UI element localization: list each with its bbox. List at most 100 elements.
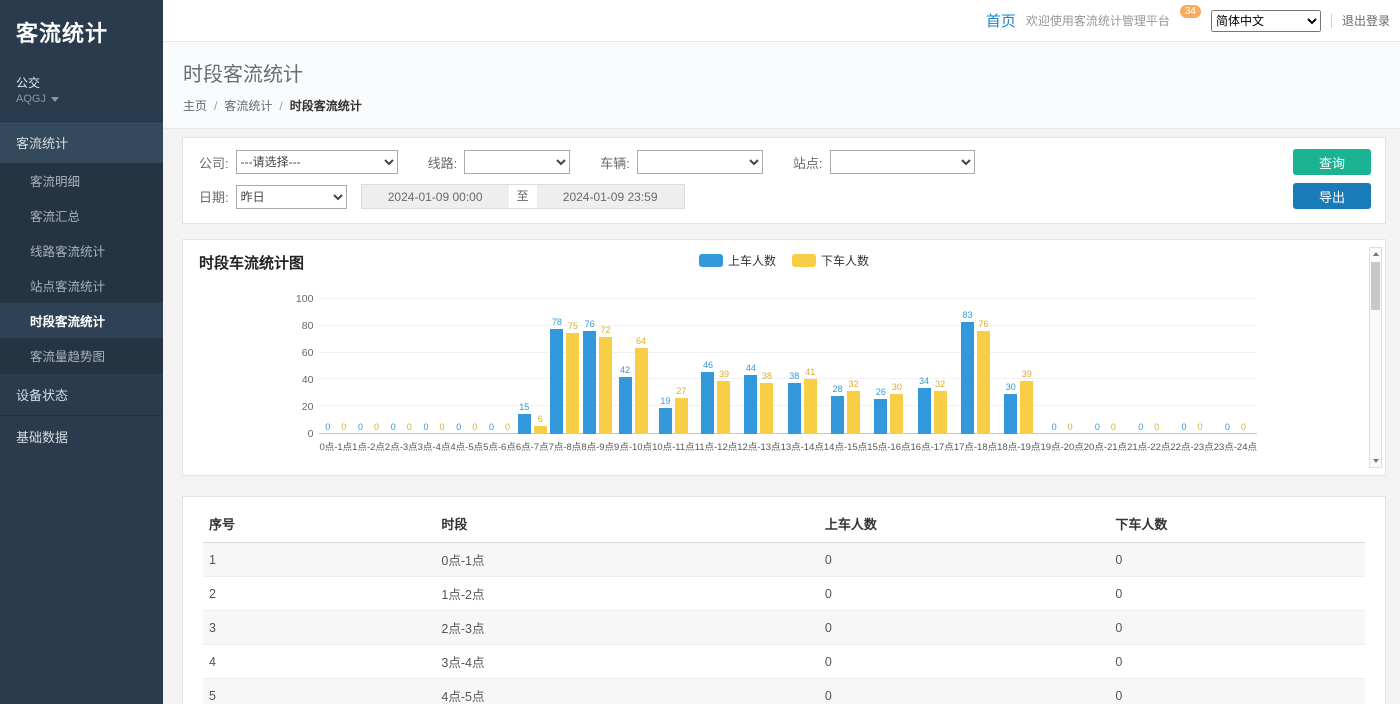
bar-value-label: 41 bbox=[805, 367, 815, 378]
bar-group: 0019点-20点 bbox=[1040, 299, 1083, 453]
bar[interactable] bbox=[831, 396, 844, 434]
bar[interactable] bbox=[874, 399, 887, 434]
bar[interactable] bbox=[1004, 394, 1017, 435]
legend-item-alighting[interactable]: 下车人数 bbox=[792, 252, 869, 269]
date-label: 日期: bbox=[199, 187, 229, 206]
date-start-input[interactable] bbox=[361, 184, 509, 209]
bar[interactable] bbox=[977, 331, 990, 434]
bar-value-label: 38 bbox=[762, 371, 772, 382]
x-axis-label: 15点-16点 bbox=[867, 439, 910, 453]
sidebar-item-station-flow[interactable]: 站点客流统计 bbox=[0, 268, 163, 303]
vehicle-select[interactable] bbox=[637, 150, 763, 174]
table-row: 32点-3点00 bbox=[203, 611, 1365, 645]
bar[interactable] bbox=[675, 398, 688, 434]
bar-group: 004点-5点 bbox=[450, 299, 483, 453]
bar-group: 0020点-21点 bbox=[1084, 299, 1127, 453]
bar[interactable] bbox=[659, 408, 672, 434]
org-selector[interactable]: AQGJ bbox=[0, 93, 163, 121]
bar[interactable] bbox=[534, 426, 547, 434]
bar[interactable] bbox=[566, 333, 579, 434]
caret-down-icon bbox=[51, 97, 59, 102]
bar[interactable] bbox=[717, 381, 730, 434]
header-alighting: 下车人数 bbox=[1109, 505, 1365, 543]
date-filter: 日期: 昨日 bbox=[199, 185, 347, 209]
logout-link[interactable]: 退出登录 bbox=[1342, 12, 1390, 29]
header-period: 时段 bbox=[435, 505, 818, 543]
breadcrumb-flow[interactable]: 客流统计 bbox=[224, 97, 272, 114]
bar[interactable] bbox=[804, 379, 817, 434]
y-tick-label: 20 bbox=[302, 401, 314, 413]
bar[interactable] bbox=[744, 375, 757, 434]
x-axis-label: 16点-17点 bbox=[911, 439, 954, 453]
x-axis-label: 20点-21点 bbox=[1084, 439, 1127, 453]
sidebar-item-period-flow[interactable]: 时段客流统计 bbox=[0, 303, 163, 338]
bar-value-label: 0 bbox=[1225, 422, 1230, 433]
home-link[interactable]: 首页 bbox=[986, 10, 1016, 31]
bar[interactable] bbox=[518, 414, 531, 434]
bar-value-label: 0 bbox=[1241, 422, 1246, 433]
bar-value-label: 0 bbox=[358, 422, 363, 433]
bar-value-label: 0 bbox=[1052, 422, 1057, 433]
export-button[interactable]: 导出 bbox=[1293, 183, 1371, 209]
legend-label-alighting: 下车人数 bbox=[821, 252, 869, 269]
bar[interactable] bbox=[890, 394, 903, 435]
bar-value-label: 28 bbox=[833, 384, 843, 395]
date-range: 至 bbox=[361, 184, 685, 209]
table-cell: 0 bbox=[819, 611, 1110, 645]
sidebar-item-line-flow[interactable]: 线路客流统计 bbox=[0, 233, 163, 268]
x-axis-label: 1点-2点 bbox=[352, 439, 385, 453]
bar[interactable] bbox=[599, 337, 612, 434]
sidebar-item-flow-summary[interactable]: 客流汇总 bbox=[0, 198, 163, 233]
bar[interactable] bbox=[760, 383, 773, 434]
bar-group: 463911点-12点 bbox=[695, 299, 738, 453]
x-axis-label: 22点-23点 bbox=[1170, 439, 1213, 453]
bar[interactable] bbox=[635, 348, 648, 434]
sidebar-item-flow-trend[interactable]: 客流量趋势图 bbox=[0, 338, 163, 373]
query-button[interactable]: 查询 bbox=[1293, 149, 1371, 175]
station-select[interactable] bbox=[830, 150, 975, 174]
language-select[interactable]: 简体中文 bbox=[1211, 10, 1321, 32]
bar[interactable] bbox=[619, 377, 632, 434]
breadcrumb-home[interactable]: 主页 bbox=[183, 97, 207, 114]
bar[interactable] bbox=[788, 383, 801, 434]
bar[interactable] bbox=[583, 331, 596, 434]
x-axis-label: 5点-6点 bbox=[483, 439, 516, 453]
bar-value-label: 42 bbox=[620, 365, 630, 376]
legend-item-boarding[interactable]: 上车人数 bbox=[699, 252, 776, 269]
line-filter: 线路: bbox=[428, 150, 571, 174]
bar[interactable] bbox=[701, 372, 714, 434]
company-select[interactable]: ---请选择--- bbox=[236, 150, 398, 174]
sidebar-section-device-status[interactable]: 设备状态 bbox=[0, 373, 163, 415]
bar-group: 283214点-15点 bbox=[824, 299, 867, 453]
scroll-up-button[interactable] bbox=[1370, 248, 1381, 260]
sidebar-section-passenger-flow[interactable]: 客流统计 bbox=[0, 121, 163, 163]
bar-value-label: 27 bbox=[676, 386, 686, 397]
bar[interactable] bbox=[961, 322, 974, 434]
bar-group: 443812点-13点 bbox=[737, 299, 780, 453]
line-select[interactable] bbox=[464, 150, 570, 174]
chart-scrollbar[interactable] bbox=[1369, 247, 1382, 468]
bar[interactable] bbox=[847, 391, 860, 434]
table-cell: 4 bbox=[203, 645, 435, 679]
date-preset-select[interactable]: 昨日 bbox=[236, 185, 347, 209]
bar-value-label: 32 bbox=[935, 379, 945, 390]
sidebar-section-base-data[interactable]: 基础数据 bbox=[0, 415, 163, 457]
bar-value-label: 0 bbox=[489, 422, 494, 433]
date-end-input[interactable] bbox=[537, 184, 685, 209]
chart-y-axis: 020406080100 bbox=[294, 299, 319, 434]
bar-value-label: 0 bbox=[391, 422, 396, 433]
y-tick-label: 100 bbox=[296, 293, 314, 305]
bar-group: 837617点-18点 bbox=[954, 299, 997, 453]
bar-value-label: 83 bbox=[962, 310, 972, 321]
y-tick-label: 40 bbox=[302, 374, 314, 386]
bar[interactable] bbox=[918, 388, 931, 434]
bar[interactable] bbox=[1020, 381, 1033, 434]
sidebar-item-flow-detail[interactable]: 客流明细 bbox=[0, 163, 163, 198]
scrollbar-thumb[interactable] bbox=[1371, 262, 1380, 310]
filter-row-1: 公司: ---请选择--- 线路: 车辆: 站点: bbox=[199, 150, 1369, 174]
bar-group: 002点-3点 bbox=[385, 299, 418, 453]
bar[interactable] bbox=[550, 329, 563, 434]
bar-value-label: 0 bbox=[325, 422, 330, 433]
scroll-down-button[interactable] bbox=[1370, 455, 1381, 467]
bar[interactable] bbox=[934, 391, 947, 434]
